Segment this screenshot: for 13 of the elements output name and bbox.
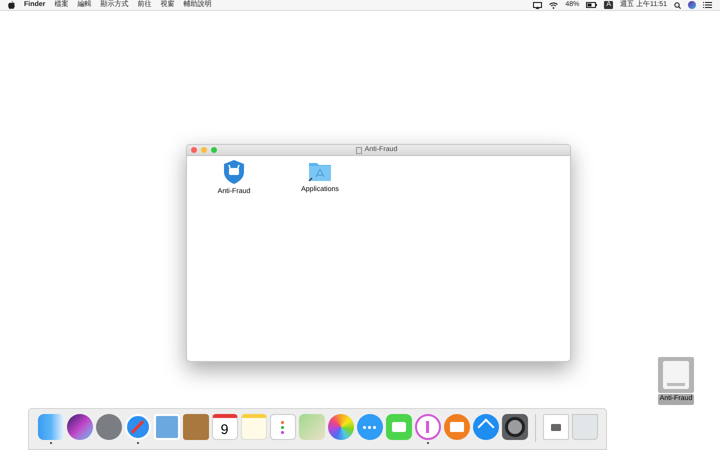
calendar-day: 9: [220, 422, 228, 436]
apple-logo-icon[interactable]: [8, 1, 15, 9]
wifi-icon[interactable]: [549, 2, 558, 8]
close-button[interactable]: [191, 147, 197, 153]
shield-icon[interactable]: [223, 160, 245, 184]
menu-list-icon[interactable]: [703, 2, 712, 8]
search-icon[interactable]: [674, 2, 681, 8]
drive-icon[interactable]: [658, 357, 694, 393]
zoom-button[interactable]: [211, 147, 217, 153]
siri-icon[interactable]: [688, 1, 696, 9]
folder-icon[interactable]: [308, 160, 332, 182]
airplay-icon[interactable]: [533, 2, 542, 8]
battery-icon[interactable]: [586, 2, 598, 8]
